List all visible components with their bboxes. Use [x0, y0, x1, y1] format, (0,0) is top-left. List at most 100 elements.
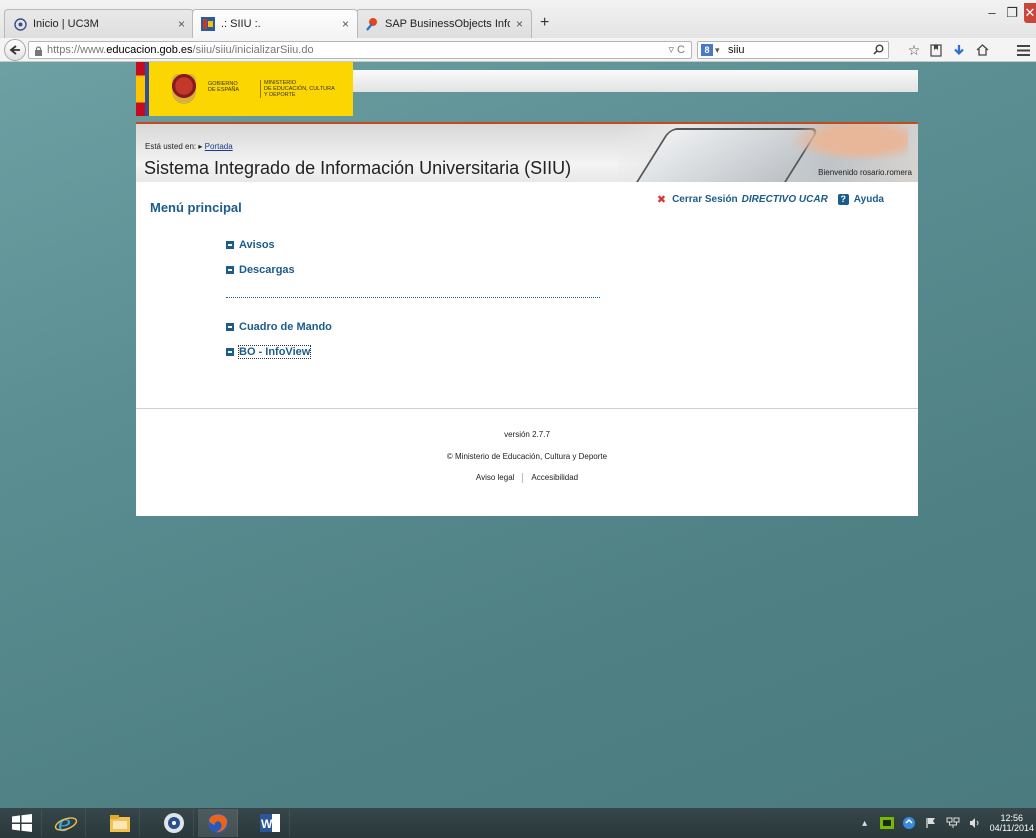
gobierno-de-espana-logo: GOBIERNO DE ESPAÑA MINISTERIO DE EDUCACI… — [136, 62, 353, 116]
internet-explorer-icon: e — [54, 812, 77, 834]
clock-date: 04/11/2014 — [989, 823, 1034, 833]
menu-item-label: BO - InfoView — [237, 345, 312, 359]
star-icon[interactable]: ☆ — [906, 42, 922, 58]
logout-icon[interactable]: ✖ — [657, 193, 666, 206]
firefox-icon — [207, 813, 228, 833]
gobierno-line2: DE ESPAÑA — [208, 87, 240, 93]
footer-link-separator — [522, 473, 524, 483]
coat-of-arms-icon — [172, 74, 196, 104]
windows-taskbar: e W ▴ 12:56 04/11/2014 — [0, 808, 1036, 838]
version-text: versión 2.7.7 — [504, 430, 550, 439]
tab-siiu[interactable]: .: SIIU :. × — [192, 9, 358, 38]
taskbar-word[interactable]: W — [250, 809, 290, 837]
footer-divider — [136, 408, 918, 409]
menu-item-label: Descargas — [239, 264, 295, 276]
aviso-legal-link[interactable]: Aviso legal — [476, 473, 515, 482]
browser-titlebar: Inicio | UC3M × .: SIIU :. × SAP Busines… — [0, 0, 1036, 38]
chevron-down-icon[interactable]: ▾ — [715, 42, 720, 58]
volume-icon[interactable] — [968, 816, 982, 830]
taskbar-media-app[interactable] — [154, 809, 194, 837]
taskbar-internet-explorer[interactable]: e — [46, 809, 86, 837]
uc3m-favicon-icon — [13, 17, 27, 31]
siiu-favicon-icon — [201, 17, 215, 31]
minimize-button[interactable]: – — [984, 3, 1000, 23]
url-path: /siiu/siiu/inicializarSiiu.do — [192, 44, 314, 56]
ministerio-text: MINISTERIO DE EDUCACIÓN, CULTURA Y DEPOR… — [260, 80, 335, 98]
expand-bullet-icon — [226, 241, 234, 249]
search-bar[interactable]: 8 ▾ siiu — [697, 41, 889, 59]
home-icon[interactable] — [974, 42, 990, 58]
flag-icon[interactable] — [924, 816, 938, 830]
url-scheme: https://www. — [47, 44, 107, 56]
tab-close-icon[interactable]: × — [516, 17, 523, 31]
clock-time: 12:56 — [1000, 813, 1024, 823]
bookmarks-icon[interactable] — [928, 42, 944, 58]
back-arrow-icon — [9, 45, 20, 55]
sap-favicon-icon — [365, 17, 379, 31]
reload-icon[interactable]: ▿ C — [668, 42, 685, 58]
file-explorer-icon — [109, 815, 130, 832]
system-tray: ▴ 12:56 04/11/2014 — [858, 808, 1036, 838]
breadcrumb-link-portada[interactable]: Portada — [205, 142, 233, 151]
breadcrumb-prefix: Está usted en: — [145, 142, 197, 151]
tab-label: SAP BusinessObjects InfoVi... — [385, 18, 510, 30]
url-bar[interactable]: https://www.educacion.gob.es/siiu/siiu/i… — [28, 41, 692, 59]
copyright-text: © Ministerio de Educación, Cultura y Dep… — [446, 452, 608, 461]
network-icon[interactable] — [946, 816, 960, 830]
help-link[interactable]: Ayuda — [854, 194, 884, 205]
svg-text:e: e — [58, 812, 71, 834]
taskbar-file-explorer[interactable] — [100, 809, 140, 837]
tab-label: .: SIIU :. — [221, 18, 261, 30]
maximize-button[interactable]: ❐ — [1004, 3, 1020, 23]
nvidia-icon[interactable] — [879, 816, 894, 830]
page-title: Sistema Integrado de Información Univers… — [144, 158, 572, 178]
download-icon[interactable] — [951, 42, 967, 58]
menu-item-label: Avisos — [239, 239, 275, 251]
breadcrumb: Está usted en: ▸ Portada — [145, 142, 233, 151]
search-input[interactable]: siiu — [728, 44, 745, 56]
menu-item-cuadro-de-mando[interactable]: Cuadro de Mando — [226, 321, 332, 333]
taskbar-firefox[interactable] — [198, 809, 238, 837]
tab-close-icon[interactable]: × — [178, 17, 185, 31]
expand-bullet-icon — [226, 348, 234, 356]
menu-title: Menú principal — [150, 200, 242, 215]
menu-item-bo-infoview[interactable]: BO - InfoView — [226, 345, 312, 359]
menu-item-label: Cuadro de Mando — [239, 321, 332, 333]
footer-links: Aviso legal Accesibilidad — [136, 473, 918, 483]
menu-item-descargas[interactable]: Descargas — [226, 264, 295, 276]
tab-inicio-uc3m[interactable]: Inicio | UC3M × — [4, 9, 194, 38]
accesibilidad-link[interactable]: Accesibilidad — [531, 473, 578, 482]
tab-sap-businessobjects[interactable]: SAP BusinessObjects InfoVi... × — [356, 9, 532, 38]
close-window-button[interactable]: ✕ — [1024, 3, 1036, 23]
government-header-bar — [353, 70, 918, 92]
ministerio-line3: Y DEPORTE — [264, 92, 296, 98]
network-sync-icon[interactable] — [902, 816, 916, 830]
menu-separator — [226, 297, 600, 298]
new-tab-button[interactable]: + — [540, 14, 549, 32]
back-button[interactable] — [4, 39, 26, 61]
welcome-message: Bienvenido rosario.romera — [818, 168, 912, 177]
windows-start-icon — [11, 814, 32, 832]
menu-icon[interactable] — [1015, 42, 1031, 58]
browser-navbar: https://www.educacion.gob.es/siiu/siiu/i… — [0, 38, 1036, 62]
magnifier-icon[interactable] — [873, 44, 884, 60]
taskbar-clock[interactable]: 12:56 04/11/2014 — [990, 813, 1034, 833]
gobierno-text: GOBIERNO DE ESPAÑA — [208, 81, 239, 93]
svg-text:W: W — [261, 817, 273, 831]
hand-image — [788, 124, 908, 162]
help-icon[interactable]: ? — [837, 194, 849, 205]
breadcrumb-arrow-icon: ▸ — [198, 142, 203, 151]
eu-stars-strip — [145, 62, 149, 116]
windows-start-button[interactable] — [2, 809, 42, 837]
menu-item-avisos[interactable]: Avisos — [226, 239, 275, 251]
user-role: DIRECTIVO UCAR — [741, 194, 828, 205]
expand-bullet-icon — [226, 266, 234, 274]
search-engine-icon[interactable]: 8 — [701, 44, 713, 56]
logout-link[interactable]: Cerrar Sesión — [672, 194, 738, 205]
main-content: Menú principal ✖ Cerrar Sesión DIRECTIVO… — [136, 182, 918, 516]
site-header: Está usted en: ▸ Portada Sistema Integra… — [136, 122, 918, 182]
lock-icon — [34, 45, 43, 61]
tab-label: Inicio | UC3M — [33, 18, 99, 30]
tab-close-icon[interactable]: × — [342, 17, 349, 31]
tray-expand-icon[interactable]: ▴ — [858, 816, 872, 830]
